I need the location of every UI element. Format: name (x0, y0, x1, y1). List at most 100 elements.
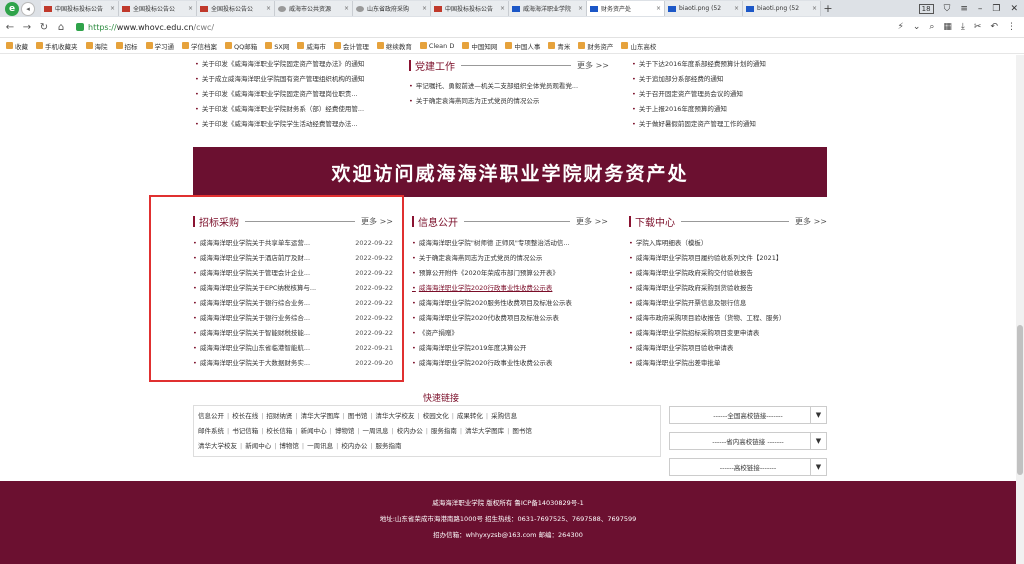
download-link[interactable]: 威海海洋职业学院政府采购交付验收报告 (629, 266, 827, 281)
tab-close-icon[interactable]: × (422, 5, 427, 12)
new-tab-button[interactable]: + (821, 2, 835, 15)
notice-link[interactable]: 关于上报2016年度预算的通知 (632, 102, 827, 117)
quick-link[interactable]: 图书馆 (348, 412, 368, 420)
tab-close-icon[interactable]: × (500, 5, 505, 12)
tab-close-icon[interactable]: × (656, 5, 661, 12)
bookmark-item[interactable]: 青米 (548, 41, 570, 51)
cut-icon[interactable]: ✂ (974, 22, 982, 32)
browser-tab[interactable]: 威海市公共资源 × (275, 1, 353, 16)
chevron-down-icon[interactable]: ▼ (810, 407, 826, 423)
bookmark-item[interactable]: 中国人事 (505, 41, 540, 51)
bookmark-item[interactable]: Clean D (419, 42, 454, 50)
college-select[interactable]: ------高校链接------- ▼ (669, 458, 827, 476)
download-link[interactable]: 威海海洋职业学院政府采购到货验收报告 (629, 281, 827, 296)
url-input[interactable]: https:// www.whovc.edu.cn /cwc/ (76, 19, 856, 35)
party-more-link[interactable]: 更多 >> (577, 60, 609, 71)
lightning-icon[interactable]: ⚡ (897, 22, 903, 32)
scrollbar-thumb[interactable] (1017, 325, 1023, 475)
browser-tab[interactable]: 山东省政府采购 × (353, 1, 431, 16)
info-link[interactable]: 《资产捐赠》 (412, 326, 608, 341)
party-link[interactable]: 关于确定袁海燕同志为正式党员的情况公示 (409, 94, 609, 109)
quick-link[interactable]: 清华大学校友 (376, 412, 415, 420)
browser-logo-icon[interactable]: e (5, 1, 19, 16)
extensions-icon[interactable]: ⋮ (1007, 22, 1016, 32)
forward-icon[interactable]: → (20, 22, 34, 33)
download-link[interactable]: 威海海洋职业学院项目履约验收系列文件【2021】 (629, 251, 827, 266)
browser-tab[interactable]: biaoti.png (52 × (665, 1, 743, 16)
info-link[interactable]: 威海海洋职业学院2019年度决算公开 (412, 341, 608, 356)
bookmark-item[interactable]: SX网 (265, 41, 289, 51)
tab-close-icon[interactable]: × (344, 5, 349, 12)
chevron-down-icon[interactable]: ▼ (810, 459, 826, 475)
quick-link[interactable]: 校长在线 (232, 412, 258, 420)
browser-tab[interactable]: 中国投标投标公告 × (41, 1, 119, 16)
info-more-link[interactable]: 更多 >> (576, 216, 608, 227)
quick-link[interactable]: 书记信箱 (232, 427, 258, 435)
info-link[interactable]: 威海海洋职业学院2020行政事业性收费公示表 (412, 281, 608, 296)
download-link[interactable]: 威海海洋职业学院开票信息及银行信息 (629, 296, 827, 311)
bookmark-item[interactable]: 招标 (115, 41, 138, 51)
bookmark-item[interactable]: 学习通 (145, 41, 174, 51)
apps-icon[interactable]: ▦ (943, 22, 952, 32)
dropdown-icon[interactable]: ⌄ (913, 22, 921, 32)
home-icon[interactable]: ⌂ (54, 22, 68, 33)
tab-close-icon[interactable]: × (578, 5, 583, 12)
quick-link[interactable]: 清华大学图库 (465, 427, 504, 435)
notice-link[interactable]: 关于印发《威海海洋职业学院财务系（部）经费使用管... (195, 102, 405, 117)
download-link[interactable]: 威海海洋职业学院招标采购项目变更申请表 (629, 326, 827, 341)
bookmark-item[interactable]: 财务资产 (578, 41, 613, 51)
quick-link[interactable]: 博物馆 (279, 442, 299, 450)
quick-link[interactable]: 一周讯息 (307, 442, 333, 450)
notice-link[interactable]: 关于印发《威海海洋职业学院固定资产管理岗位职责... (195, 87, 405, 102)
info-link[interactable]: 威海海洋职业学院2020服务性收费项目及标准公示表 (412, 296, 608, 311)
download-link[interactable]: 威海海洋职业学院项目验收申请表 (629, 341, 827, 356)
info-link[interactable]: 威海海洋职业学院2020代收费项目及标准公示表 (412, 311, 608, 326)
quick-link[interactable]: 服务指南 (431, 427, 457, 435)
browser-tab[interactable]: biaoti.png (52 × (743, 1, 821, 16)
bookmark-item[interactable]: 海院 (85, 41, 108, 51)
undo-icon[interactable]: ↶ (990, 22, 998, 32)
province-college-select[interactable]: ------省内高校链接 ------- ▼ (669, 432, 827, 450)
bookmark-item[interactable]: 山东高校 (621, 41, 656, 51)
bookmark-item[interactable]: 继续教育 (376, 41, 412, 51)
notice-link[interactable]: 关于做好暑假前固定资产管理工作的通知 (632, 117, 827, 132)
bookmark-item[interactable]: 学信档案 (182, 41, 217, 51)
download-icon[interactable]: ⤓ (961, 22, 965, 32)
notice-link[interactable]: 关于成立威海海洋职业学院国有资产管理组织机构的通知 (195, 72, 405, 87)
quick-link[interactable]: 校内办公 (341, 442, 367, 450)
download-link[interactable]: 威海海洋职业学院出差审批单 (629, 356, 827, 371)
info-link[interactable]: 关于确定袁海燕同志为正式党员的情况公示 (412, 251, 608, 266)
tab-close-icon[interactable]: × (188, 5, 193, 12)
party-link[interactable]: 牢记嘱托、勇毅前进—机关二支部组织全体党员观看党... (409, 79, 609, 94)
window-counter[interactable]: 18 (918, 3, 934, 14)
bookmark-item[interactable]: 中国知网 (462, 41, 497, 51)
bookmark-item[interactable]: 威海市 (297, 41, 326, 51)
browser-tab[interactable]: 全国投标公告公 × (197, 1, 275, 16)
bookmark-item[interactable]: 手机收藏夹 (36, 41, 78, 51)
tab-close-icon[interactable]: × (110, 5, 115, 12)
notice-link[interactable]: 关于印发《威海海洋职业学院学生活动经费管理办法... (195, 117, 405, 132)
quick-link[interactable]: 校内办公 (397, 427, 423, 435)
quick-link[interactable]: 博物馆 (335, 427, 355, 435)
quick-link[interactable]: 招财纳贤 (266, 412, 292, 420)
browser-tab[interactable]: 中国投标投标公告 × (431, 1, 509, 16)
tab-close-icon[interactable]: × (734, 5, 739, 12)
tab-close-icon[interactable]: × (266, 5, 271, 12)
shirt-icon[interactable]: ⛉ (944, 4, 951, 14)
quick-link[interactable]: 校长信箱 (266, 427, 292, 435)
info-link[interactable]: 预算公开附件《2020年荣成市部门预算公开表》 (412, 266, 608, 281)
notice-link[interactable]: 关于印发《威海海洋职业学院固定资产管理办法》的通知 (195, 57, 405, 72)
info-link[interactable]: 威海海洋职业学院"树师德 正师风"专项整治活动信... (412, 236, 608, 251)
reload-icon[interactable]: ↻ (37, 22, 51, 33)
quick-link[interactable]: 一周讯息 (363, 427, 389, 435)
quick-link[interactable]: 采购信息 (491, 412, 517, 420)
minimize-icon[interactable]: – (978, 4, 983, 14)
browser-tab[interactable]: 财务资产处 × (587, 1, 665, 16)
quick-link[interactable]: 服务指南 (376, 442, 402, 450)
notice-link[interactable]: 关于召开固定资产管理员会议的通知 (632, 87, 827, 102)
tab-close-icon[interactable]: × (812, 5, 817, 12)
download-link[interactable]: 学院入库明细表（模板） (629, 236, 827, 251)
quick-link[interactable]: 成果转化 (457, 412, 483, 420)
quick-link[interactable]: 信息公开 (198, 412, 224, 420)
info-link[interactable]: 威海海洋职业学院2020行政事业性收费公示表 (412, 356, 608, 371)
